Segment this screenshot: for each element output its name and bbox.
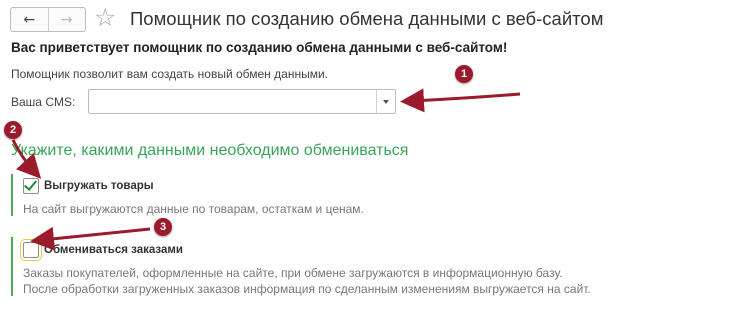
- option-group-bar: [11, 237, 13, 296]
- arrow-left-icon: ←: [23, 11, 36, 28]
- exchange-orders-description-1: Заказы покупателей, оформленные на сайте…: [23, 266, 563, 280]
- exchange-orders-checkbox[interactable]: [20, 239, 42, 261]
- forward-button[interactable]: →: [47, 8, 86, 31]
- annotation-badge-2: 2: [4, 121, 22, 139]
- navigation-buttons: ← →: [10, 7, 86, 32]
- exchange-orders-label: Обмениваться заказами: [44, 244, 183, 256]
- exchange-orders-description-2: После обработки загруженных заказов инфо…: [23, 282, 591, 296]
- annotation-badge-3: 3: [154, 218, 172, 236]
- section-heading: Укажите, какими данными необходимо обмен…: [11, 142, 409, 159]
- back-button[interactable]: ←: [11, 8, 48, 31]
- export-goods-label: Выгружать товары: [44, 180, 154, 192]
- intro-description: Помощник позволит вам создать новый обме…: [11, 67, 328, 81]
- cms-select[interactable]: [88, 89, 396, 114]
- option-group-bar: [11, 174, 13, 216]
- arrow-right-icon: →: [60, 11, 73, 28]
- annotation-arrow-1: [400, 88, 521, 113]
- export-goods-description: На сайт выгружаются данные по товарам, о…: [23, 202, 364, 216]
- cms-label: Ваша CMS:: [11, 95, 76, 109]
- annotation-badge-1: 1: [455, 65, 473, 83]
- annotation-arrow-3: [30, 226, 151, 251]
- favorite-star-icon[interactable]: ☆: [94, 4, 116, 32]
- window-title: Помощник по созданию обмена данными с ве…: [130, 8, 604, 29]
- export-goods-checkbox[interactable]: [23, 178, 39, 194]
- welcome-heading: Вас приветствует помощник по созданию об…: [11, 40, 508, 55]
- dropdown-button[interactable]: [376, 90, 395, 113]
